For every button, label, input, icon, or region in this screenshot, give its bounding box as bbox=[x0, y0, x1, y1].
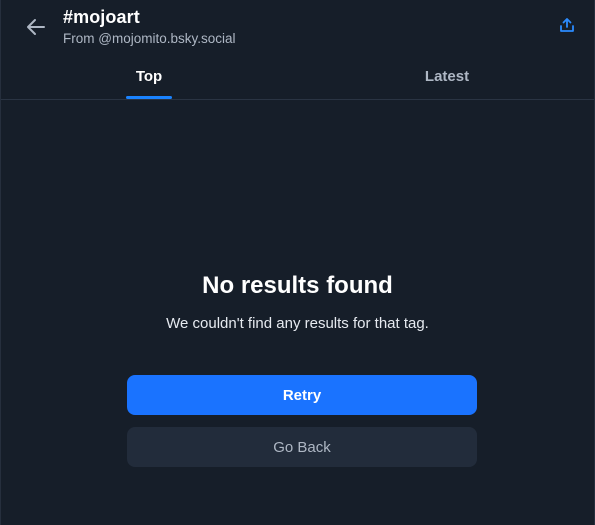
empty-state: No results found We couldn't find any re… bbox=[1, 270, 594, 334]
go-back-button[interactable]: Go Back bbox=[127, 427, 477, 467]
empty-state-message: We couldn't find any results for that ta… bbox=[166, 315, 429, 332]
share-upload-icon bbox=[560, 18, 574, 32]
back-button[interactable] bbox=[21, 12, 51, 42]
page-title: #mojoart bbox=[63, 7, 140, 27]
tab-bar: Top Latest bbox=[1, 58, 594, 100]
empty-state-title: No results found bbox=[202, 272, 393, 299]
tab-top-label: Top bbox=[135, 68, 163, 85]
share-button[interactable] bbox=[556, 14, 578, 36]
hashtag-screen: #mojoart From @mojomito.bsky.social Top … bbox=[0, 0, 595, 525]
tab-top[interactable]: Top bbox=[126, 58, 172, 99]
header: #mojoart From @mojomito.bsky.social bbox=[1, 0, 594, 58]
tab-active-indicator bbox=[126, 96, 172, 99]
arrow-left-icon bbox=[27, 19, 45, 35]
title-block: #mojoart From @mojomito.bsky.social bbox=[63, 6, 236, 48]
page-subtitle: From @mojomito.bsky.social bbox=[63, 31, 236, 46]
tab-latest-label: Latest bbox=[424, 68, 470, 85]
tab-latest[interactable]: Latest bbox=[415, 58, 479, 99]
retry-button[interactable]: Retry bbox=[127, 375, 477, 415]
